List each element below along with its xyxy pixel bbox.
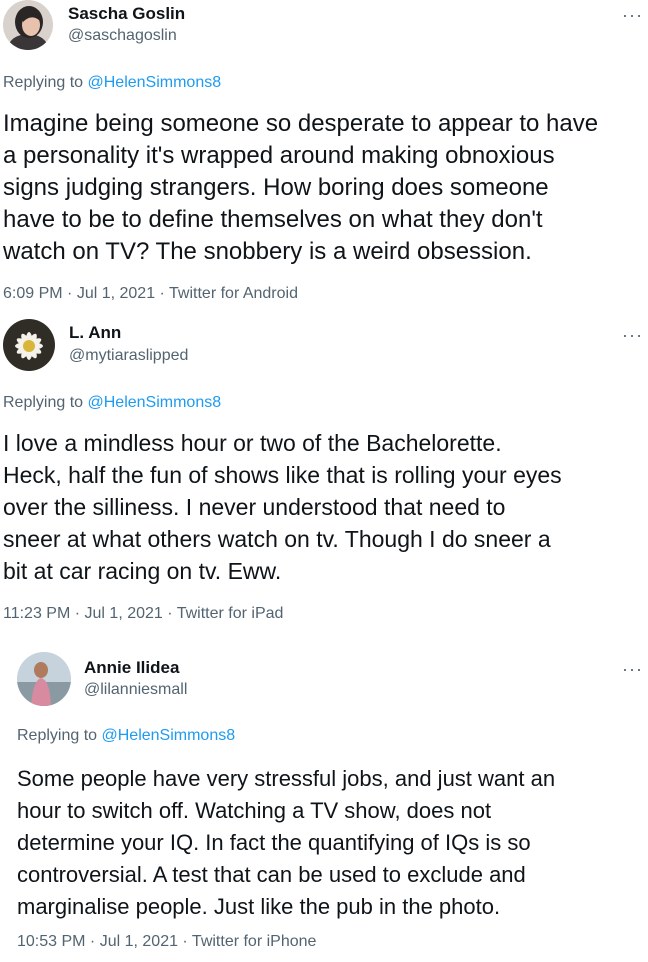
meta-separator: · [70, 605, 85, 622]
tweet-meta: 10:53 PM · Jul 1, 2021 · Twitter for iPh… [17, 933, 316, 951]
more-horizontal-icon[interactable]: ··· [622, 660, 643, 678]
tweet-text: Imagine being someone so desperate to ap… [3, 110, 599, 265]
reply-mention-link[interactable]: @HelenSimmons8 [88, 74, 222, 91]
meta-separator: · [162, 605, 177, 622]
more-horizontal-icon[interactable]: ··· [622, 6, 643, 24]
author-name[interactable]: L. Ann [69, 323, 121, 343]
tweet-date[interactable]: Jul 1, 2021 [85, 605, 163, 622]
reply-mention-link[interactable]: @HelenSimmons8 [88, 394, 222, 411]
meta-separator: · [155, 285, 170, 302]
meta-separator: · [85, 933, 100, 950]
avatar[interactable] [3, 319, 55, 371]
replying-to: Replying to @HelenSimmons8 [17, 727, 235, 745]
tweet-date[interactable]: Jul 1, 2021 [100, 933, 178, 950]
tweet-3: Annie Ilidea @lilanniesmall ··· Replying… [0, 630, 648, 962]
tweet-time[interactable]: 11:23 PM [3, 605, 70, 622]
replying-to: Replying to @HelenSimmons8 [3, 394, 221, 412]
tweet-meta: 6:09 PM · Jul 1, 2021 · Twitter for Andr… [3, 285, 298, 303]
tweet-source[interactable]: Twitter for Android [169, 285, 298, 302]
author-handle[interactable]: @saschagoslin [68, 27, 177, 45]
replying-to-label: Replying to [3, 394, 88, 411]
avatar[interactable] [17, 652, 71, 706]
replying-to: Replying to @HelenSimmons8 [3, 74, 221, 92]
tweet-source[interactable]: Twitter for iPad [177, 605, 284, 622]
tweet-time[interactable]: 6:09 PM [3, 285, 63, 302]
replying-to-label: Replying to [17, 727, 102, 744]
author-handle[interactable]: @lilanniesmall [84, 681, 187, 699]
tweet-text: I love a mindless hour or two of the Bac… [3, 430, 562, 584]
avatar[interactable] [3, 0, 53, 50]
author-handle[interactable]: @mytiaraslipped [69, 347, 188, 365]
tweet-date[interactable]: Jul 1, 2021 [77, 285, 155, 302]
author-name[interactable]: Annie Ilidea [84, 658, 179, 678]
meta-separator: · [177, 933, 192, 950]
tweet-2: L. Ann @mytiaraslipped ··· Replying to @… [0, 310, 648, 630]
more-horizontal-icon[interactable]: ··· [622, 326, 643, 344]
tweet-source[interactable]: Twitter for iPhone [192, 933, 317, 950]
tweet-1: Sascha Goslin @saschagoslin ··· Replying… [0, 0, 648, 310]
reply-mention-link[interactable]: @HelenSimmons8 [102, 727, 236, 744]
tweet-text: Some people have very stressful jobs, an… [17, 766, 556, 919]
meta-separator: · [62, 285, 77, 302]
replying-to-label: Replying to [3, 74, 88, 91]
tweet-meta: 11:23 PM · Jul 1, 2021 · Twitter for iPa… [3, 605, 283, 623]
author-name[interactable]: Sascha Goslin [68, 4, 185, 24]
tweet-time[interactable]: 10:53 PM [17, 933, 85, 950]
